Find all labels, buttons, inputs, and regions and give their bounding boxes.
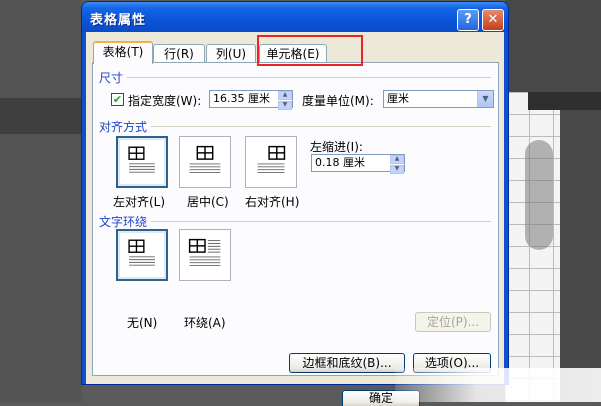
wrap-none-label: 无(N) <box>127 316 158 330</box>
indent-input[interactable]: 0.18 厘米 ▲ ▼ <box>311 154 405 174</box>
wrap-none-option[interactable] <box>116 229 168 281</box>
tab-column[interactable]: 列(U) <box>206 44 256 63</box>
size-group-line <box>127 77 491 78</box>
width-spinner[interactable]: ▲ ▼ <box>278 91 292 110</box>
alignment-group-line <box>151 126 491 127</box>
wrapping-group-line <box>151 221 491 222</box>
specify-width-checkbox[interactable]: ✔ <box>111 93 124 106</box>
borders-shading-button[interactable]: 边框和底纹(B)... <box>289 353 405 373</box>
background-left <box>0 0 82 402</box>
document-header-shadow <box>528 92 601 110</box>
width-input[interactable]: 16.35 厘米 ▲ ▼ <box>209 90 293 110</box>
watermark-blur <box>395 368 601 402</box>
background-strip <box>0 98 82 134</box>
title-bar: 表格属性 ? ✕ <box>82 2 508 32</box>
wrapping-group-header: 文字环绕 <box>99 215 148 229</box>
align-right-option[interactable] <box>245 136 297 188</box>
align-left-icon <box>128 146 155 173</box>
indent-spinner[interactable]: ▲ ▼ <box>390 155 404 174</box>
tab-table[interactable]: 表格(T) <box>93 41 153 64</box>
width-value: 16.35 厘米 <box>213 92 270 105</box>
cell-tab-highlight <box>257 35 363 66</box>
close-button[interactable]: ✕ <box>482 9 504 31</box>
align-left-option[interactable] <box>116 136 168 188</box>
table-properties-dialog: 表格属性 ? ✕ 表格(T) 行(R) 列(U) 单元格(E) 尺寸 ✔ 指定宽… <box>82 2 508 406</box>
alignment-group-header: 对齐方式 <box>99 120 148 134</box>
align-center-icon <box>189 145 221 174</box>
wrap-around-label: 环绕(A) <box>184 316 226 330</box>
measure-in-value: 厘米 <box>387 92 409 105</box>
align-right-icon <box>257 145 286 174</box>
dialog-title: 表格属性 <box>90 13 147 28</box>
help-button[interactable]: ? <box>457 9 479 31</box>
chevron-down-icon[interactable]: ▼ <box>477 91 493 107</box>
measure-in-select[interactable]: 厘米 ▼ <box>383 90 494 108</box>
align-center-label: 居中(C) <box>187 195 229 209</box>
align-center-option[interactable] <box>179 136 231 188</box>
document-glare <box>525 140 553 250</box>
dialog-client: 表格(T) 行(R) 列(U) 单元格(E) 尺寸 ✔ 指定宽度(W): 16.… <box>86 32 504 406</box>
measure-in-label: 度量单位(M): <box>302 94 374 108</box>
indent-value: 0.18 厘米 <box>315 156 365 169</box>
size-group-header: 尺寸 <box>99 71 124 85</box>
align-right-label: 右对齐(H) <box>245 195 300 209</box>
indent-label: 左缩进(I): <box>310 140 363 154</box>
specify-width-label: 指定宽度(W): <box>128 94 202 108</box>
positioning-button[interactable]: 定位(P)... <box>415 312 491 332</box>
wrap-none-icon <box>128 239 155 266</box>
wrap-around-icon <box>188 238 221 267</box>
tab-panel-table: 尺寸 ✔ 指定宽度(W): 16.35 厘米 ▲ ▼ 度量单位(M): 厘米 ▼ … <box>92 62 499 376</box>
align-left-label: 左对齐(L) <box>113 195 166 209</box>
tab-row[interactable]: 行(R) <box>153 44 205 63</box>
wrap-around-option[interactable] <box>179 229 231 281</box>
